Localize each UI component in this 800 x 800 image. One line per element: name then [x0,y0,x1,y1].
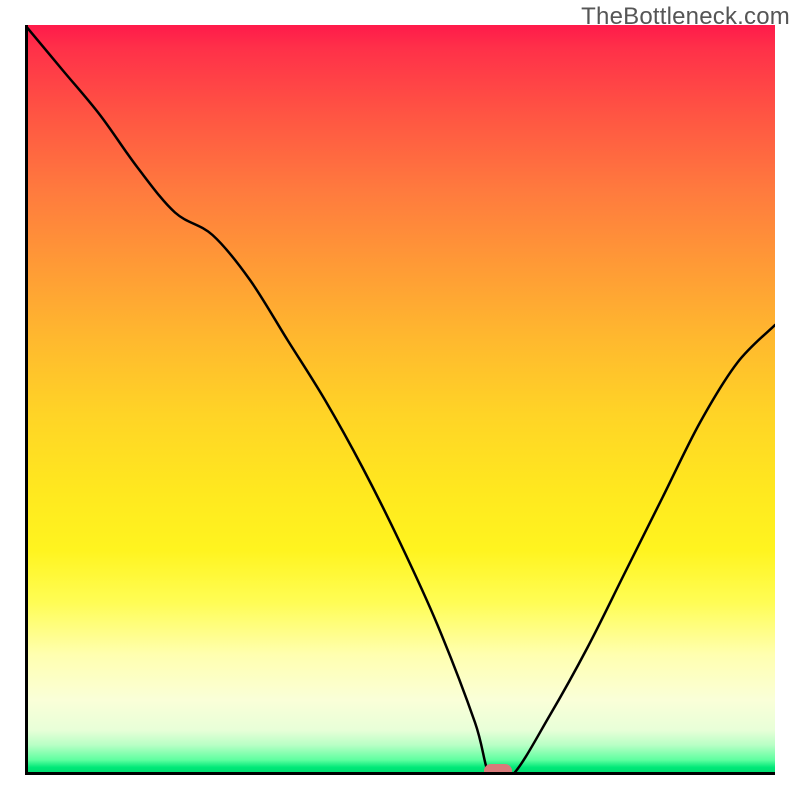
plot-area [25,25,775,775]
optimal-point-marker [484,764,512,775]
bottleneck-curve-path [25,25,775,775]
watermark-text: TheBottleneck.com [581,3,790,31]
curve-svg [25,25,775,775]
bottleneck-chart: TheBottleneck.com [0,0,800,800]
